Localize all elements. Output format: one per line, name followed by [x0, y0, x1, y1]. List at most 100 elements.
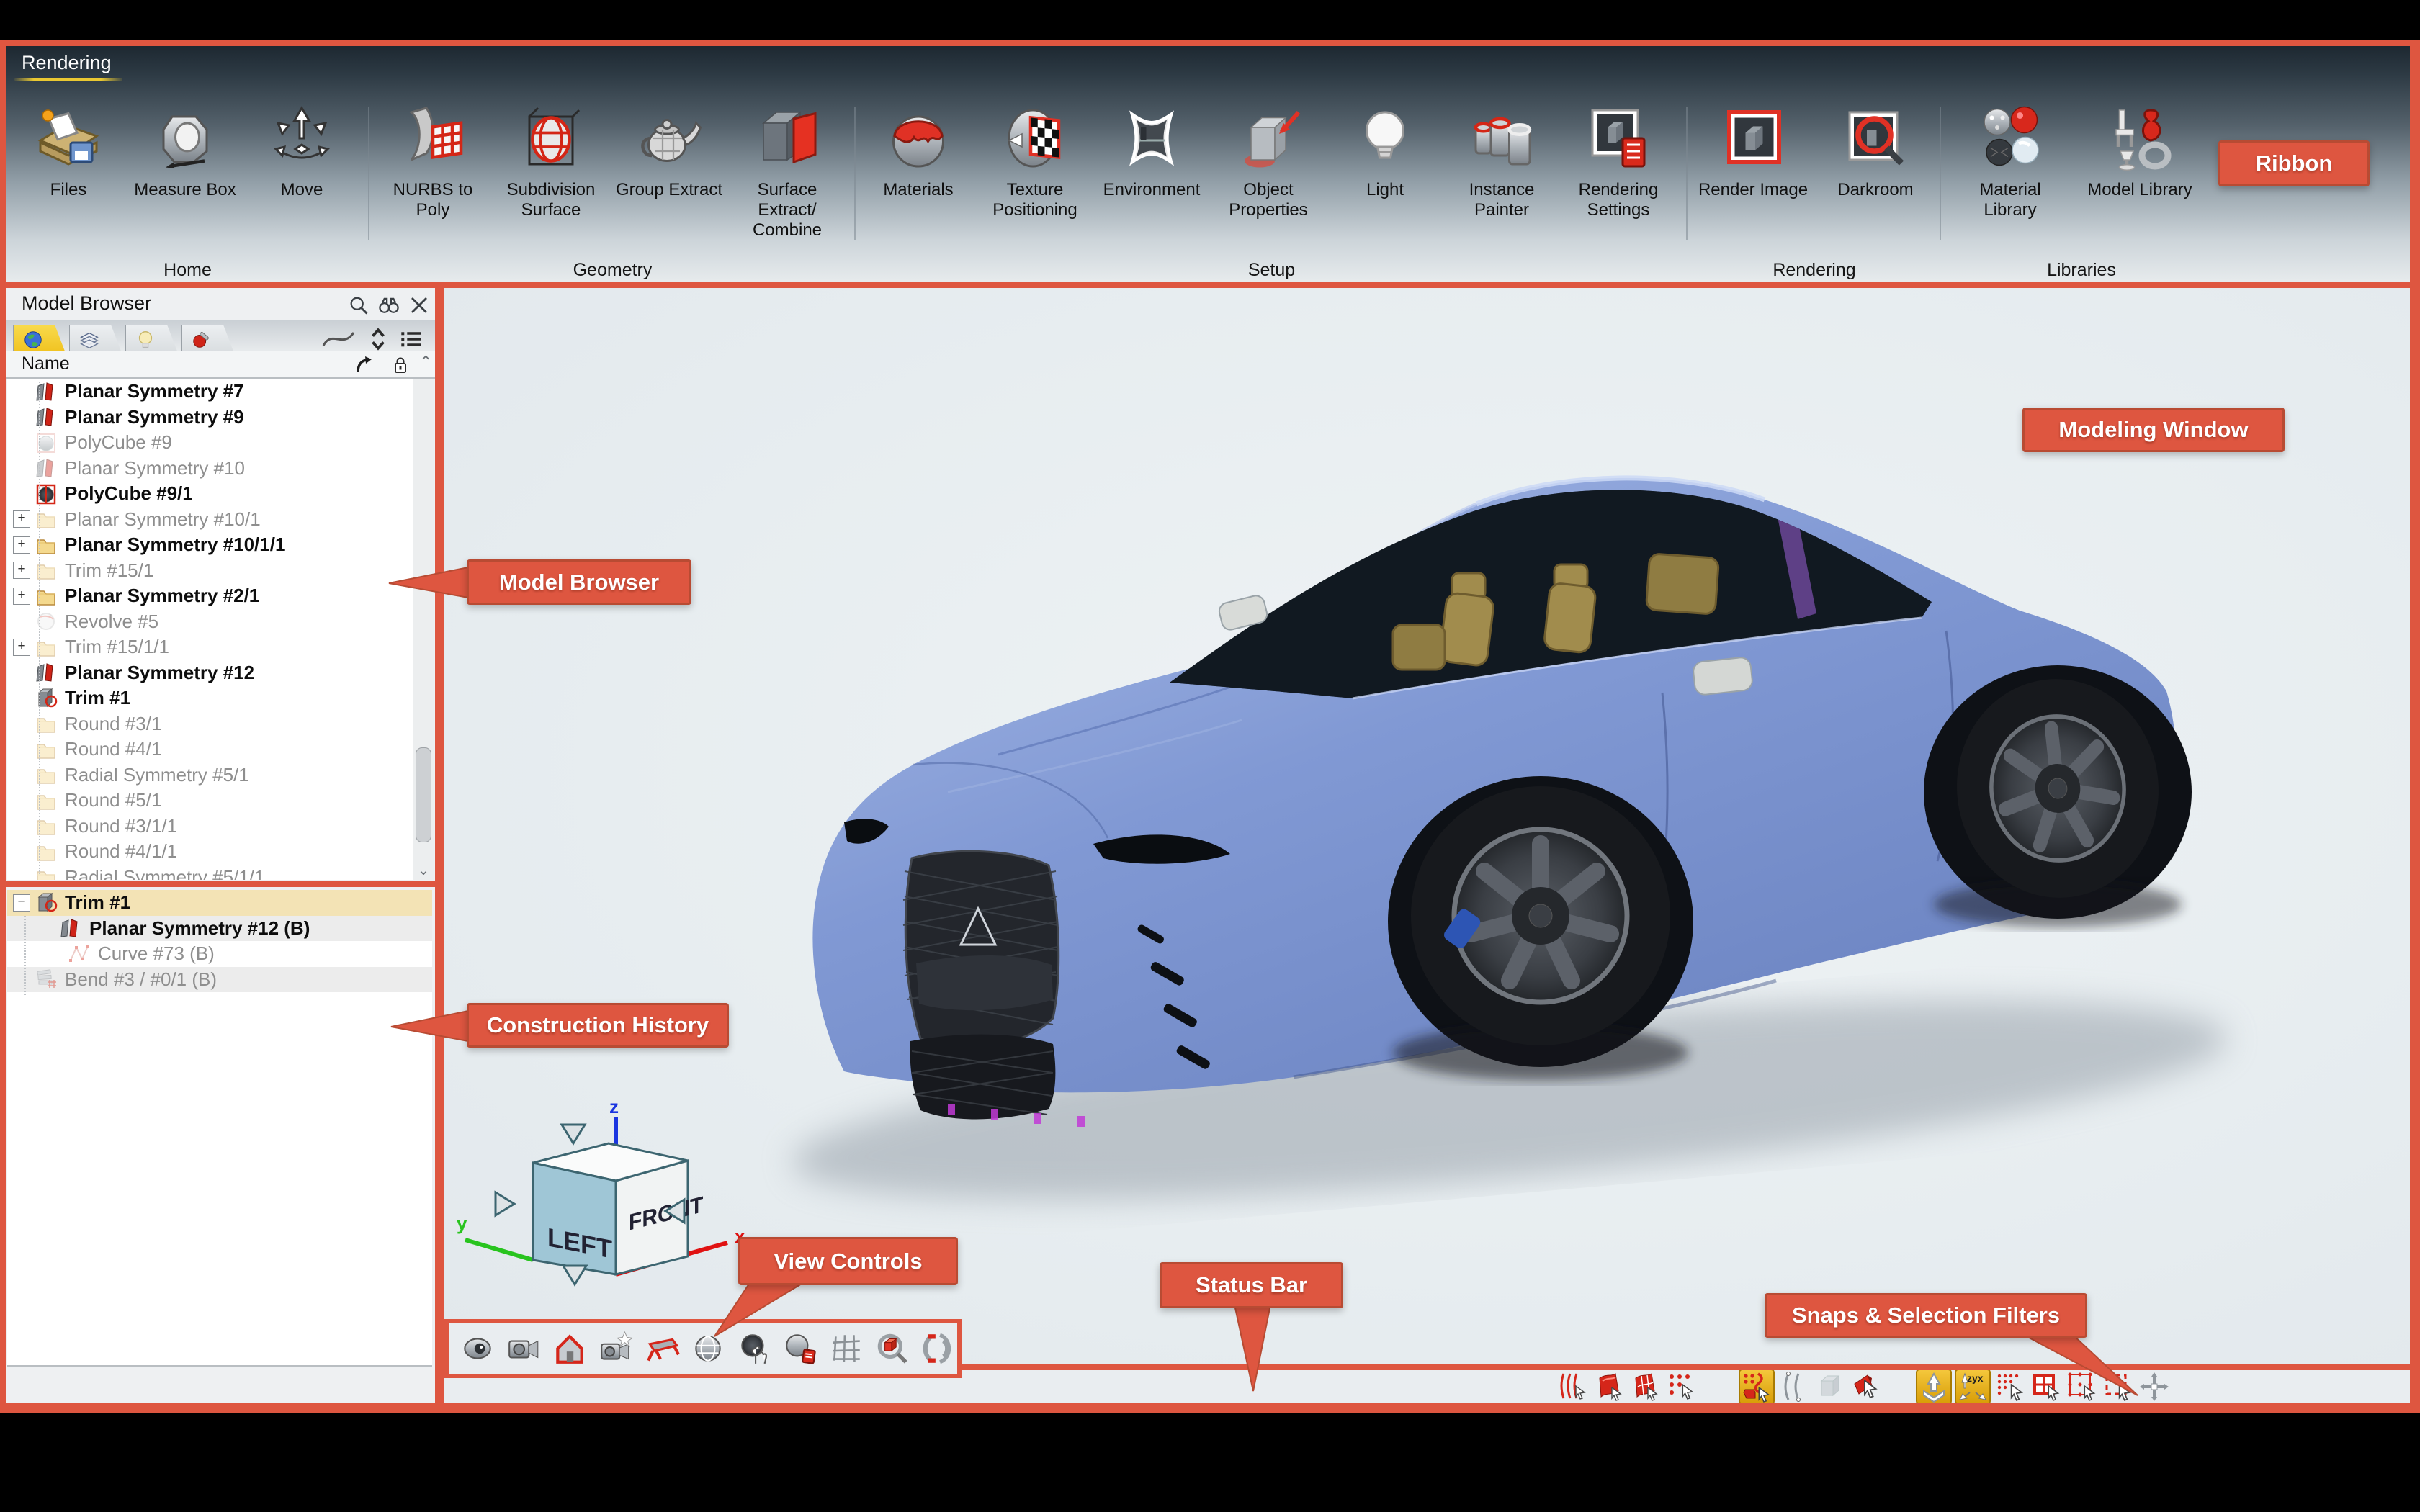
scroll-down-icon[interactable]: ⌄ [415, 861, 432, 880]
scroll-up-icon[interactable]: ⌃ [419, 353, 432, 372]
tree-row[interactable]: + Planar Symmetry #10/1 [7, 507, 413, 533]
group-label-libraries: Libraries [1941, 260, 2222, 281]
expander[interactable]: + [13, 536, 30, 554]
tree-row[interactable]: Round #4/1/1 [7, 839, 413, 865]
ribbon-button-icon [1718, 104, 1788, 173]
status-icon[interactable] [1814, 1370, 1847, 1403]
history-row[interactable]: − Trim #1 [7, 890, 432, 916]
tree-row[interactable]: Round #4/1 [7, 737, 413, 762]
history-row[interactable]: Bend #3 / #0/1 (B) [7, 967, 432, 993]
status-icon[interactable] [1994, 1370, 2027, 1403]
scrollbar[interactable]: ⌄ [413, 379, 434, 880]
view-control-icon[interactable] [644, 1331, 680, 1367]
tree-row[interactable]: Revolve #5 [7, 609, 413, 635]
status-icon[interactable] [2030, 1370, 2063, 1403]
model-browser-panel: Model Browser Name ⌃ Planar Symmetry #7 [6, 288, 435, 881]
ribbon-button[interactable]: Surface Extract/ Combine [728, 104, 846, 240]
ribbon-button[interactable]: Files [10, 104, 127, 200]
tree-row[interactable]: + Planar Symmetry #2/1 [7, 583, 413, 609]
status-icon[interactable] [2138, 1370, 2171, 1403]
expander[interactable]: + [13, 510, 30, 528]
expander[interactable]: + [13, 588, 30, 605]
ribbon-button[interactable]: Light [1327, 104, 1443, 220]
ribbon-button[interactable]: Texture Positioning [977, 104, 1093, 220]
tree-row[interactable]: Planar Symmetry #9 [7, 405, 413, 431]
tree-row[interactable]: + Planar Symmetry #10/1/1 [7, 532, 413, 558]
tree-row[interactable]: Planar Symmetry #7 [7, 379, 413, 405]
ribbon-button[interactable]: Materials [860, 104, 977, 220]
status-icon[interactable] [1593, 1370, 1626, 1403]
view-control-icon[interactable] [736, 1331, 772, 1367]
tree-row[interactable]: Radial Symmetry #5/1 [7, 762, 413, 788]
status-icon[interactable] [1557, 1370, 1590, 1403]
tree-row[interactable]: + Trim #15/1 [7, 558, 413, 584]
ribbon-button[interactable]: Measure Box [127, 104, 243, 200]
ribbon-button[interactable]: Darkroom [1814, 104, 1937, 200]
tree-row[interactable]: PolyCube #9 [7, 430, 413, 456]
view-control-icon[interactable] [874, 1331, 910, 1367]
status-icon[interactable] [1629, 1370, 1662, 1403]
ribbon-button[interactable]: Group Extract [610, 104, 728, 240]
status-icon[interactable] [2066, 1370, 2099, 1403]
scrollbar-thumb[interactable] [416, 747, 431, 842]
pin-arrow-icon[interactable] [353, 354, 373, 374]
tree-row[interactable]: + Trim #15/1/1 [7, 634, 413, 660]
status-icon[interactable] [1850, 1370, 1883, 1403]
tree-row[interactable]: Round #3/1/1 [7, 814, 413, 840]
status-icon[interactable] [1778, 1370, 1811, 1403]
ribbon-button[interactable]: NURBS to Poly [374, 104, 492, 240]
view-cube[interactable]: LEFT FRONT z x y [454, 1102, 763, 1318]
ribbon-button[interactable]: Rendering Settings [1560, 104, 1677, 220]
ribbon-button[interactable]: Move [243, 104, 360, 200]
expander[interactable]: − [13, 894, 30, 912]
tree-row[interactable]: Planar Symmetry #12 [7, 660, 413, 686]
close-icon[interactable] [408, 294, 431, 317]
tree-row[interactable]: Radial Symmetry #5/1/1 [7, 865, 413, 881]
tree-row[interactable]: Planar Symmetry #10 [7, 456, 413, 482]
tree-column-header[interactable]: Name ⌃ [6, 351, 435, 379]
tree-row[interactable]: PolyCube #9/1 [7, 481, 413, 507]
tree-row[interactable]: Round #5/1 [7, 788, 413, 814]
curve-display-icon[interactable] [321, 328, 356, 350]
ribbon-button[interactable]: Environment [1093, 104, 1210, 220]
ribbon-button[interactable]: Subdivision Surface [492, 104, 610, 240]
ribbon-button-icon [884, 104, 953, 173]
view-control-icon[interactable] [920, 1331, 956, 1367]
ribbon-button[interactable]: Model Library [2075, 104, 2205, 220]
status-icon[interactable] [1955, 1369, 1991, 1405]
tree-row[interactable]: Round #3/1 [7, 711, 413, 737]
tree-row[interactable]: Trim #1 [7, 685, 413, 711]
sort-expand-icon[interactable] [369, 327, 387, 351]
status-icon[interactable] [1665, 1370, 1698, 1403]
view-control-icon[interactable] [782, 1331, 818, 1367]
ribbon-button[interactable]: Instance Painter [1443, 104, 1560, 220]
view-control-icon[interactable] [598, 1331, 634, 1367]
view-control-icon[interactable] [690, 1331, 726, 1367]
status-icon[interactable] [2102, 1370, 2135, 1403]
search-icon[interactable] [347, 294, 370, 317]
view-control-icon[interactable] [828, 1331, 864, 1367]
expander[interactable]: + [13, 639, 30, 656]
view-control-icon[interactable] [460, 1331, 496, 1367]
ribbon-button[interactable]: Render Image [1692, 104, 1814, 200]
ribbon-button[interactable]: Object Properties [1210, 104, 1327, 220]
view-control-icon[interactable] [552, 1331, 588, 1367]
axis-y-label: y [457, 1212, 467, 1234]
lock-icon[interactable] [390, 354, 411, 374]
browser-tab[interactable] [182, 325, 235, 355]
letterbox-bottom [0, 1413, 2420, 1512]
tree-item-icon [35, 814, 58, 837]
history-row[interactable]: Curve #73 (B) [7, 941, 432, 967]
ribbon-button[interactable]: Material Library [1945, 104, 2075, 220]
browser-tab[interactable] [13, 325, 66, 355]
find-binoculars-icon[interactable] [377, 294, 400, 317]
browser-tab[interactable] [69, 325, 122, 355]
browser-tab[interactable] [125, 325, 179, 355]
status-icon[interactable] [1916, 1369, 1952, 1405]
history-item-icon [59, 917, 82, 940]
list-options-icon[interactable] [399, 328, 424, 351]
history-row[interactable]: Planar Symmetry #12 (B) [7, 916, 432, 942]
status-icon[interactable] [1739, 1369, 1775, 1405]
view-control-icon[interactable] [506, 1331, 542, 1367]
expander[interactable]: + [13, 562, 30, 579]
